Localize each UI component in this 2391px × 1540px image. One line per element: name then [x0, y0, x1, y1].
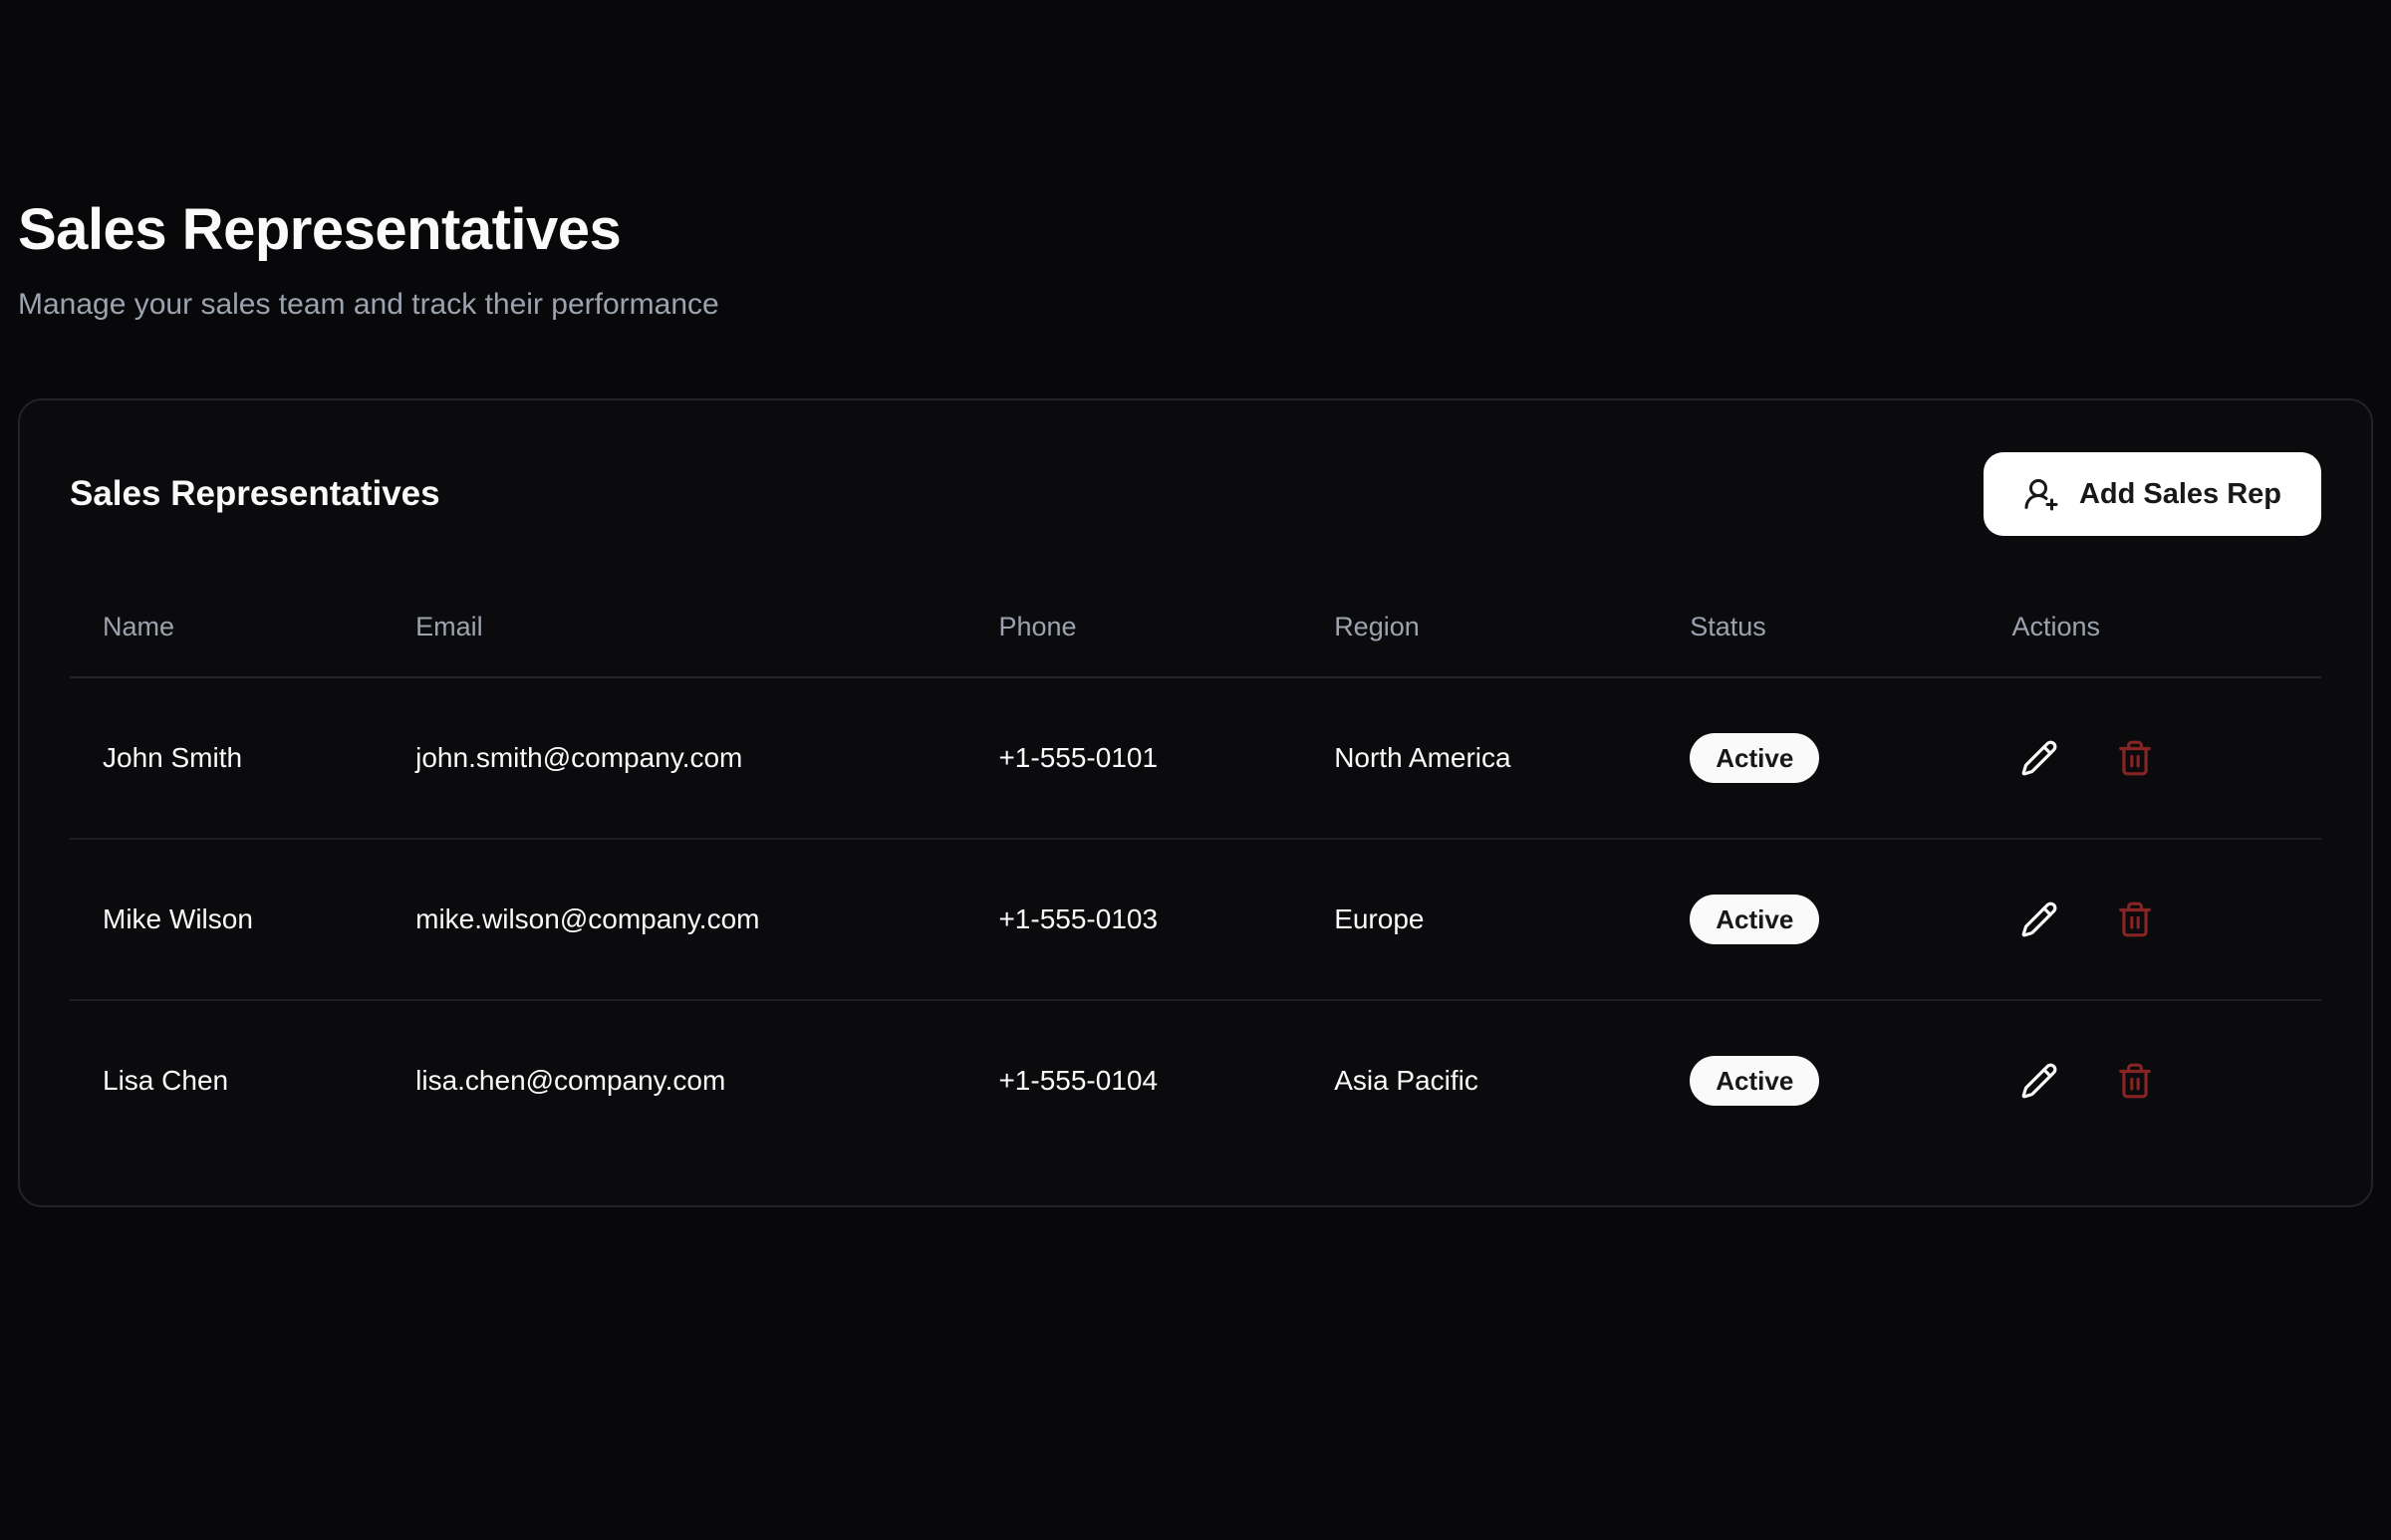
rep-email: john.smith@company.com — [383, 677, 965, 839]
main-content: Sales Representatives Manage your sales … — [0, 195, 2391, 1207]
rep-phone: +1-555-0103 — [965, 839, 1301, 1000]
table-row: Mike Wilson mike.wilson@company.com +1-5… — [70, 839, 2321, 1000]
pencil-icon — [2020, 1062, 2058, 1100]
column-header-status: Status — [1657, 536, 1979, 677]
rep-name: Mike Wilson — [70, 839, 383, 1000]
rep-email: lisa.chen@company.com — [383, 1000, 965, 1160]
card-title: Sales Representatives — [70, 474, 440, 514]
row-actions — [2011, 1053, 2288, 1109]
rep-phone: +1-555-0101 — [965, 677, 1301, 839]
card-header: Sales Representatives Add Sales Rep — [70, 452, 2321, 536]
delete-button[interactable] — [2107, 730, 2163, 786]
table-row: Lisa Chen lisa.chen@company.com +1-555-0… — [70, 1000, 2321, 1160]
rep-name: John Smith — [70, 677, 383, 839]
trash-icon — [2116, 900, 2154, 938]
edit-button[interactable] — [2011, 1053, 2067, 1109]
table-header-row: Name Email Phone Region Status Actions — [70, 536, 2321, 677]
add-sales-rep-button[interactable]: Add Sales Rep — [1984, 452, 2321, 536]
sales-reps-card: Sales Representatives Add Sales Rep — [18, 398, 2373, 1207]
user-plus-icon — [2023, 476, 2059, 512]
page-subtitle: Manage your sales team and track their p… — [18, 285, 2373, 325]
rep-email: mike.wilson@company.com — [383, 839, 965, 1000]
row-actions — [2011, 892, 2288, 947]
table-row: John Smith john.smith@company.com +1-555… — [70, 677, 2321, 839]
rep-region: Europe — [1301, 839, 1657, 1000]
edit-button[interactable] — [2011, 730, 2067, 786]
status-badge: Active — [1690, 895, 1819, 944]
delete-button[interactable] — [2107, 1053, 2163, 1109]
edit-button[interactable] — [2011, 892, 2067, 947]
rep-region: Asia Pacific — [1301, 1000, 1657, 1160]
sales-reps-table: Name Email Phone Region Status Actions J… — [70, 536, 2321, 1160]
page-title: Sales Representatives — [18, 195, 2373, 265]
column-header-region: Region — [1301, 536, 1657, 677]
status-badge: Active — [1690, 733, 1819, 783]
delete-button[interactable] — [2107, 892, 2163, 947]
pencil-icon — [2020, 900, 2058, 938]
trash-icon — [2116, 1062, 2154, 1100]
column-header-email: Email — [383, 536, 965, 677]
rep-region: North America — [1301, 677, 1657, 839]
rep-phone: +1-555-0104 — [965, 1000, 1301, 1160]
trash-icon — [2116, 739, 2154, 777]
add-sales-rep-label: Add Sales Rep — [2079, 478, 2281, 511]
column-header-actions: Actions — [1979, 536, 2321, 677]
pencil-icon — [2020, 739, 2058, 777]
column-header-name: Name — [70, 536, 383, 677]
status-badge: Active — [1690, 1056, 1819, 1106]
column-header-phone: Phone — [965, 536, 1301, 677]
row-actions — [2011, 730, 2288, 786]
rep-name: Lisa Chen — [70, 1000, 383, 1160]
